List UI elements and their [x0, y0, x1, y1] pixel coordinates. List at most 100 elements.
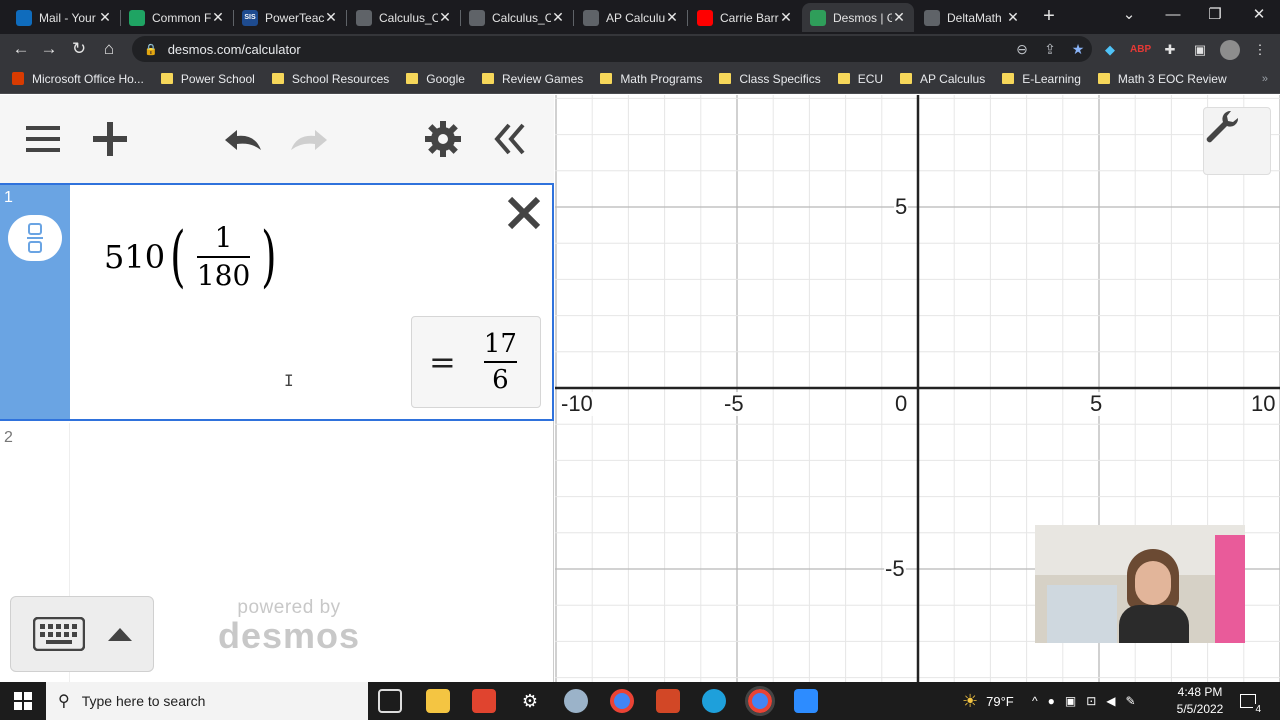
extension-diamond-icon[interactable]: ◆ [1100, 40, 1120, 60]
close-tab-icon[interactable]: ✕ [892, 9, 906, 26]
browser-tab[interactable]: Carrie Barr ✕ [689, 3, 801, 32]
extension-abp-icon[interactable]: ABP [1130, 40, 1151, 60]
bookmark-item[interactable]: ECU [837, 72, 883, 86]
bookmark-item[interactable]: Review Games [481, 71, 584, 86]
close-window-button[interactable]: ✕ [1236, 0, 1280, 30]
bookmark-item[interactable]: Microsoft Office Ho... [12, 72, 144, 86]
extensions-puzzle-icon[interactable]: ✚ [1160, 40, 1180, 60]
side-panel-icon[interactable]: ▣ [1190, 40, 1210, 60]
expression-formula[interactable]: 510 ( 1 180 ) [104, 217, 282, 297]
settings-gear-icon[interactable] [421, 117, 465, 161]
tray-chevron-icon[interactable]: ^ [1032, 694, 1038, 708]
share-icon[interactable]: ⇪ [1036, 41, 1064, 58]
edge-icon[interactable] [702, 689, 726, 713]
snipping-tool-icon[interactable] [564, 689, 588, 713]
volume-icon[interactable]: ◀ [1106, 694, 1115, 708]
app-icon[interactable] [472, 689, 496, 713]
settings-gear-taskbar-icon[interactable]: ⚙ [518, 689, 542, 713]
camera-icon[interactable]: ▣ [1065, 694, 1076, 708]
browser-tab[interactable]: Desmos | G ✕ [802, 3, 914, 32]
bookmark-item[interactable]: Google [406, 72, 465, 86]
restore-window-button[interactable]: ❐ [1192, 0, 1238, 30]
close-tab-icon[interactable]: ✕ [438, 9, 452, 26]
chrome-active-icon[interactable] [745, 686, 775, 716]
browser-tab[interactable]: Calculus_C ✕ [348, 3, 460, 32]
zoom-app-icon[interactable] [794, 689, 818, 713]
redo-icon[interactable] [288, 117, 332, 161]
microphone-icon[interactable]: ● [1048, 694, 1055, 708]
browser-tab[interactable]: Common F ✕ [121, 3, 233, 32]
x-tick-label: 5 [1089, 391, 1104, 416]
windows-start-icon[interactable] [0, 682, 46, 720]
browser-menu-icon[interactable]: ⋮ [1250, 40, 1270, 60]
bookmark-star-icon[interactable]: ★ [1064, 41, 1092, 58]
browser-tab[interactable]: Mail - Your ✕ [8, 3, 120, 32]
browser-tab[interactable]: AP Calculu ✕ [575, 3, 687, 32]
fraction-bar [196, 256, 251, 258]
hamburger-menu-icon[interactable] [21, 117, 65, 161]
notifications-icon[interactable]: 4 [1240, 682, 1263, 720]
taskbar-clock[interactable]: 4:48 PM 5/5/2022 [1172, 684, 1228, 718]
keyboard-icon [32, 617, 85, 651]
browser-tab[interactable]: Calculus_C ✕ [461, 3, 573, 32]
bookmark-item[interactable]: Power School [160, 72, 255, 86]
profile-avatar[interactable] [1220, 40, 1240, 60]
weather-widget[interactable]: ☀ 79°F [962, 682, 1014, 720]
keypad-toggle-button[interactable] [10, 596, 154, 672]
desmos-icon [810, 9, 826, 26]
collapse-panel-chevrons-icon[interactable] [488, 117, 532, 161]
address-bar[interactable]: 🔒 desmos.com/calculator ⊖ ⇪ ★ [132, 36, 1092, 62]
close-tab-icon[interactable]: ✕ [551, 9, 565, 26]
pen-icon[interactable]: ✎ [1126, 694, 1136, 708]
graph-settings-wrench-icon[interactable] [1203, 107, 1271, 175]
fraction-toggle-icon[interactable] [8, 215, 62, 261]
close-tab-icon[interactable]: ✕ [324, 9, 338, 26]
file-explorer-icon[interactable] [426, 689, 450, 713]
browser-tab[interactable]: SIS PowerTeac ✕ [234, 3, 346, 32]
deltamath-icon [924, 9, 940, 26]
sis-icon: SIS [242, 9, 258, 26]
network-icon[interactable]: ⊡ [1086, 694, 1096, 708]
bookmark-item[interactable]: Class Specifics [719, 72, 821, 86]
back-arrow-icon[interactable]: ← [10, 38, 32, 60]
task-view-icon[interactable] [378, 689, 402, 713]
bookmark-item[interactable]: School Resources [271, 72, 389, 86]
close-tab-icon[interactable]: ✕ [211, 9, 225, 26]
zoom-icon[interactable]: ⊖ [1008, 41, 1036, 58]
expression-index: 2 [4, 429, 13, 446]
youtube-icon [697, 9, 713, 26]
globe-icon [356, 9, 372, 26]
evaluation-result[interactable]: = 17 6 [411, 316, 541, 408]
close-tab-icon[interactable]: ✕ [665, 9, 679, 26]
powered-by-desmos-logo[interactable]: powered by desmos [218, 597, 360, 657]
minimize-icon[interactable]: ⌄ [1106, 0, 1152, 30]
browser-tab[interactable]: DeltaMath ✕ [916, 3, 1028, 32]
home-icon[interactable]: ⌂ [98, 38, 120, 60]
coefficient: 510 [104, 238, 166, 276]
desmos-brand-text: desmos [218, 615, 361, 656]
forward-arrow-icon[interactable]: → [38, 38, 60, 60]
expression-row-1[interactable]: 1 510 ( 1 180 ) I = 17 6 [0, 183, 554, 421]
chrome-icon[interactable] [610, 689, 634, 713]
close-tab-icon[interactable]: ✕ [779, 9, 793, 26]
graph-paper[interactable]: -10 -5 0 5 10 5 -5 [555, 95, 1280, 682]
bookmark-item[interactable]: Math Programs [600, 72, 702, 86]
close-tab-icon[interactable]: ✕ [1006, 9, 1020, 26]
close-tab-icon[interactable]: ✕ [98, 9, 112, 26]
new-tab-button[interactable]: + [1038, 4, 1060, 28]
bookmark-item[interactable]: Math 3 EOC Review [1097, 72, 1227, 86]
bookmark-item[interactable]: E-Learning [1002, 72, 1081, 86]
add-item-plus-icon[interactable] [88, 117, 132, 161]
undo-icon[interactable] [220, 117, 264, 161]
browser-tab-title: Common F [152, 10, 211, 25]
caret-up-icon [107, 628, 132, 641]
bookmark-label: Review Games [501, 71, 584, 86]
delete-expression-x-icon[interactable] [504, 193, 544, 233]
reload-icon[interactable]: ↻ [68, 38, 90, 60]
minimize-window-button[interactable]: — [1150, 0, 1196, 30]
bookmarks-overflow-icon[interactable]: » [1262, 73, 1268, 85]
powerpoint-icon[interactable] [656, 689, 680, 713]
taskbar-search-box[interactable]: ⚲ Type here to search [46, 682, 368, 720]
y-tick-label: 5 [894, 194, 909, 219]
bookmark-item[interactable]: AP Calculus [900, 72, 985, 86]
